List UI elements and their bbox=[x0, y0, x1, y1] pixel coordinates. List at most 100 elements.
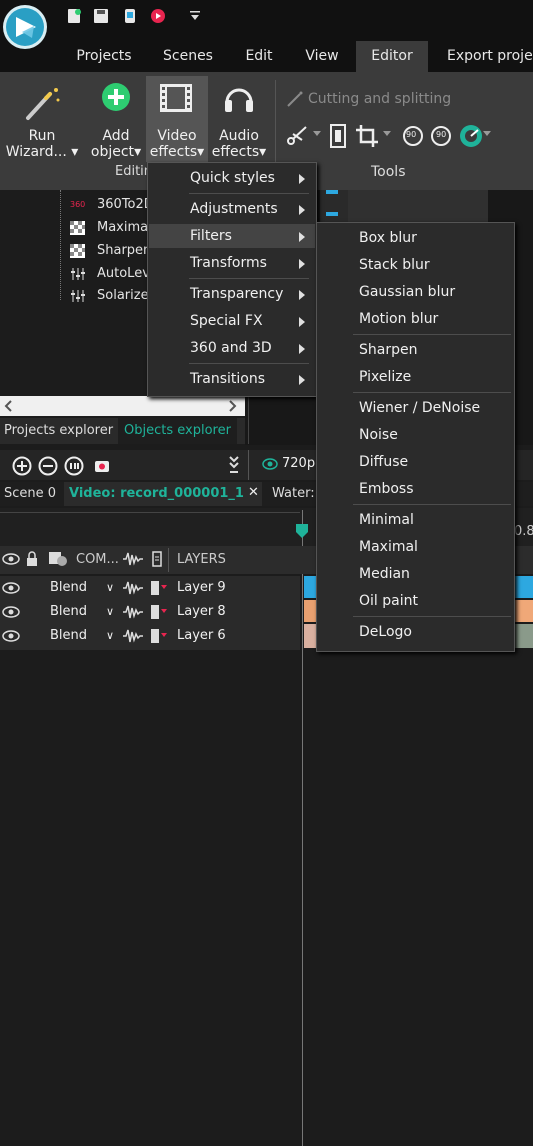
menu-item-maximal[interactable]: Maximal bbox=[317, 534, 514, 560]
menu-item-minimal[interactable]: Minimal bbox=[317, 507, 514, 533]
menu-item-special-fx[interactable]: Special FX bbox=[149, 309, 315, 333]
layer-name[interactable]: Layer 9 bbox=[177, 576, 226, 600]
tab-edit[interactable]: Edit bbox=[230, 41, 288, 72]
menu-item-filters[interactable]: Filters bbox=[149, 224, 315, 248]
tab-scenes[interactable]: Scenes bbox=[150, 41, 226, 72]
chevron-down-icon[interactable] bbox=[483, 131, 491, 137]
timeline-clip[interactable] bbox=[514, 600, 533, 622]
chevron-down-icon[interactable] bbox=[383, 131, 391, 137]
horizontal-scrollbar[interactable] bbox=[0, 396, 245, 416]
save-icon[interactable] bbox=[93, 8, 109, 24]
menu-item-wiener-denoise[interactable]: Wiener / DeNoise bbox=[317, 395, 514, 421]
menu-item-quick-styles[interactable]: Quick styles bbox=[149, 166, 315, 190]
menu-item-transparency[interactable]: Transparency bbox=[149, 282, 315, 306]
snapshot-icon[interactable] bbox=[94, 458, 110, 474]
rotate-left-label: 90 bbox=[406, 130, 417, 139]
timeline-clip[interactable] bbox=[304, 600, 316, 622]
record-icon[interactable] bbox=[150, 8, 166, 24]
cutting-splitting-button[interactable]: Cutting and splitting bbox=[308, 91, 451, 107]
tab-editor[interactable]: Editor bbox=[356, 41, 428, 72]
menu-item-stack-blur[interactable]: Stack blur bbox=[317, 252, 514, 278]
tab-projects[interactable]: Projects bbox=[66, 41, 142, 72]
scroll-left-icon[interactable] bbox=[4, 400, 12, 412]
zoom-100-icon[interactable] bbox=[64, 456, 84, 476]
layer-row[interactable]: Blend ∨ Layer 8 bbox=[0, 600, 300, 624]
blend-mode-select[interactable]: Blend bbox=[50, 600, 87, 624]
lock-icon[interactable] bbox=[26, 551, 38, 566]
eye-icon[interactable] bbox=[2, 624, 20, 648]
new-project-icon[interactable] bbox=[66, 8, 82, 24]
menu-item-transforms[interactable]: Transforms bbox=[149, 251, 315, 275]
chevron-down-icon[interactable]: ∨ bbox=[106, 576, 114, 600]
audio-effects-button[interactable]: Audio effects▾ bbox=[208, 128, 270, 160]
playhead-marker-icon[interactable] bbox=[296, 524, 308, 538]
blend-mode-select[interactable]: Blend bbox=[50, 576, 87, 600]
blend-mode-select[interactable]: Blend bbox=[50, 624, 87, 648]
rotate-left-icon[interactable]: 90 bbox=[402, 125, 424, 147]
panel-divider[interactable] bbox=[248, 394, 249, 444]
eye-icon[interactable] bbox=[262, 458, 278, 470]
menu-item-360-3d[interactable]: 360 and 3D bbox=[149, 336, 315, 360]
layer-color-icon[interactable] bbox=[150, 624, 168, 648]
menu-item-pixelize[interactable]: Pixelize bbox=[317, 364, 514, 390]
toolbar-overflow-icon[interactable] bbox=[228, 453, 240, 477]
zoom-out-icon[interactable] bbox=[38, 456, 58, 476]
menu-item-adjustments[interactable]: Adjustments bbox=[149, 197, 315, 221]
rotate-right-icon[interactable]: 90 bbox=[430, 125, 452, 147]
audio-wave-icon[interactable] bbox=[122, 551, 144, 567]
chevron-down-icon[interactable]: ∨ bbox=[106, 600, 114, 624]
audio-wave-icon[interactable] bbox=[122, 624, 144, 648]
timeline-clip[interactable] bbox=[304, 624, 316, 648]
scroll-right-icon[interactable] bbox=[229, 400, 237, 412]
shapes-icon[interactable] bbox=[48, 551, 68, 567]
speed-icon[interactable] bbox=[458, 123, 484, 149]
zoom-in-icon[interactable] bbox=[12, 456, 32, 476]
menu-item-oil-paint[interactable]: Oil paint bbox=[317, 588, 514, 614]
layer-color-icon[interactable] bbox=[150, 576, 168, 600]
audio-wave-icon[interactable] bbox=[122, 600, 144, 624]
layer-name[interactable]: Layer 8 bbox=[177, 600, 226, 624]
chevron-down-icon[interactable] bbox=[313, 131, 321, 137]
menu-item-diffuse[interactable]: Diffuse bbox=[317, 449, 514, 475]
timeline-clip[interactable] bbox=[514, 624, 533, 648]
tab-projects-explorer[interactable]: Projects explorer bbox=[4, 418, 113, 444]
menu-item-delogo[interactable]: DeLogo bbox=[317, 619, 514, 645]
device-icon[interactable] bbox=[122, 8, 138, 24]
document-icon[interactable] bbox=[152, 551, 162, 567]
menu-item-transitions[interactable]: Transitions bbox=[149, 367, 315, 391]
layer-row[interactable]: Blend ∨ Layer 9 bbox=[0, 576, 300, 600]
run-wizard-button[interactable]: Run Wizard... ▾ bbox=[4, 128, 80, 160]
tab-watermark[interactable]: Water: bbox=[272, 486, 315, 501]
chevron-down-icon[interactable]: ∨ bbox=[106, 624, 114, 648]
layer-color-icon[interactable] bbox=[150, 600, 168, 624]
menu-item-gaussian-blur[interactable]: Gaussian blur bbox=[317, 279, 514, 305]
close-icon[interactable]: ✕ bbox=[248, 485, 259, 500]
menu-item-motion-blur[interactable]: Motion blur bbox=[317, 306, 514, 332]
timeline-clip[interactable] bbox=[304, 576, 316, 598]
tab-video-record[interactable]: Video: record_000001_1 ✕ bbox=[64, 482, 262, 506]
audio-wave-icon[interactable] bbox=[122, 576, 144, 600]
scissors-icon[interactable] bbox=[286, 124, 308, 146]
menu-item-median[interactable]: Median bbox=[317, 561, 514, 587]
tab-scene-0[interactable]: Scene 0 bbox=[4, 486, 56, 501]
playhead-line[interactable] bbox=[302, 510, 303, 1146]
menu-item-box-blur[interactable]: Box blur bbox=[317, 225, 514, 251]
tab-objects-explorer[interactable]: Objects explorer bbox=[118, 418, 237, 444]
eye-icon[interactable] bbox=[2, 576, 20, 600]
layer-row[interactable]: Blend ∨ Layer 6 bbox=[0, 624, 300, 650]
timeline-clip[interactable] bbox=[514, 576, 533, 598]
menu-item-sharpen[interactable]: Sharpen bbox=[317, 337, 514, 363]
tab-export-project[interactable]: Export project bbox=[447, 41, 533, 72]
crop-icon[interactable] bbox=[355, 124, 379, 148]
eye-icon[interactable] bbox=[2, 553, 20, 565]
trim-icon[interactable] bbox=[330, 124, 346, 148]
add-object-button[interactable]: Add object▾ bbox=[86, 128, 146, 160]
tab-view[interactable]: View bbox=[292, 41, 352, 72]
layer-name[interactable]: Layer 6 bbox=[177, 624, 226, 648]
menu-item-noise[interactable]: Noise bbox=[317, 422, 514, 448]
eye-icon[interactable] bbox=[2, 600, 20, 624]
app-logo-icon[interactable] bbox=[2, 4, 48, 50]
menu-item-emboss[interactable]: Emboss bbox=[317, 476, 514, 502]
customize-toolbar-icon[interactable] bbox=[189, 10, 201, 22]
resolution-selector[interactable]: 720p bbox=[282, 456, 315, 471]
